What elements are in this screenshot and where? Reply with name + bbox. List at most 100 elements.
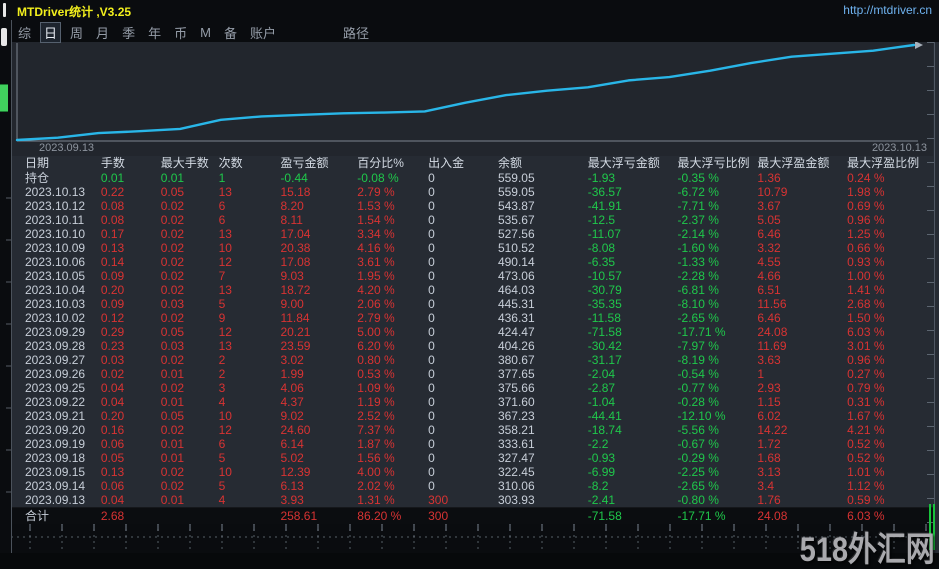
table-row[interactable]: 2023.09.29 0.29 0.05 12 20.21 5.00 % 0 424.47 -7… (11, 325, 933, 339)
cell: -2.65 % (677, 311, 719, 325)
cell: 0.03 (160, 339, 185, 353)
table-row[interactable]: 2023.09.26 0.02 0.01 2 1.99 0.53 % 0 377.65 -2.0… (11, 367, 933, 381)
table-row[interactable]: 2023.09.14 0.06 0.02 5 6.13 2.02 % 0 310.06 -8.2… (11, 479, 933, 493)
cell: 1.00 % (847, 269, 885, 283)
cell: -31.17 (587, 353, 622, 367)
cell: -2.04 (587, 367, 616, 381)
cell: 2.68 % (847, 297, 885, 311)
cell: -6.72 % (677, 185, 719, 199)
cell: 2023.09.13 (25, 493, 86, 507)
cell: 464.03 (497, 283, 535, 297)
cell: -2.2 (587, 437, 609, 451)
cell: 6 (218, 213, 226, 227)
table-row[interactable]: 2023.10.12 0.08 0.02 6 8.20 1.53 % 0 543.87 -41.… (11, 199, 933, 213)
cell: 0.13 (100, 465, 125, 479)
cell: 9 (218, 311, 226, 325)
menu-item-5[interactable]: 年 (144, 22, 165, 43)
cell: 1.68 (757, 451, 781, 465)
cell: -44.41 (587, 409, 622, 423)
menu-item-3[interactable]: 月 (92, 22, 113, 43)
holding-row[interactable]: 持仓 0.01 0.01 1 -0.44 -0.08 % 0 559.05 -1.93 -0.35… (11, 171, 933, 185)
cell: -6.35 (587, 255, 616, 269)
table-row[interactable]: 2023.09.15 0.13 0.02 10 12.39 4.00 % 0 322.45 -6… (11, 465, 933, 479)
cell: 2023.10.04 (25, 283, 86, 297)
table-row[interactable]: 2023.10.09 0.13 0.02 10 20.38 4.16 % 0 510.52 -8… (11, 241, 933, 255)
cell: 424.47 (497, 325, 535, 339)
column-header-7: 余额 (497, 156, 522, 170)
cell: 1.41 % (847, 283, 885, 297)
cell: 0.29 (100, 325, 125, 339)
table-row[interactable]: 2023.10.05 0.09 0.02 7 9.03 1.95 % 0 473.06 -10.… (11, 269, 933, 283)
menu-item-9[interactable]: 账户 (246, 22, 280, 43)
cell: 11.84 (280, 311, 310, 325)
cell: 0.01 (160, 367, 185, 381)
cell: 2023.10.05 (25, 269, 86, 283)
cell: 6 (218, 199, 226, 213)
menu-item-1[interactable]: 日 (40, 21, 62, 43)
cell: 0.13 (100, 241, 125, 255)
menu-item-0[interactable]: 综 (14, 22, 35, 43)
cell: 559.05 (497, 185, 535, 199)
cell: 2023.09.14 (25, 479, 86, 493)
cell: -7.71 % (677, 199, 719, 213)
cell: 2023.09.21 (25, 409, 86, 423)
cell: 371.60 (497, 395, 535, 409)
column-header-6: 出入金 (428, 156, 465, 170)
menu-item-6[interactable]: 币 (170, 22, 191, 43)
table-row[interactable]: 2023.10.04 0.20 0.02 13 18.72 4.20 % 0 464.03 -3… (11, 283, 933, 297)
table-row[interactable]: 2023.10.11 0.08 0.02 6 8.11 1.54 % 0 535.67 -12.… (11, 213, 933, 227)
table-row[interactable]: 2023.09.22 0.04 0.01 4 4.37 1.19 % 0 371.60 -1.0… (11, 395, 933, 409)
cell: 2023.10.09 (25, 241, 86, 255)
cell: -2.37 % (677, 213, 719, 227)
cell: 0.01 (160, 171, 185, 185)
cell: 535.67 (497, 213, 535, 227)
table-row[interactable]: 2023.10.06 0.14 0.02 12 17.08 3.61 % 0 490.14 -6… (11, 255, 933, 269)
cell: 0 (428, 325, 435, 339)
table-row[interactable]: 2023.09.28 0.23 0.03 13 23.59 6.20 % 0 404.26 -3… (11, 339, 933, 353)
cell: 3.67 (757, 199, 781, 213)
left-rail[interactable] (0, 20, 12, 553)
cell: 0.02 (160, 269, 185, 283)
table-row[interactable]: 2023.09.27 0.03 0.02 2 3.02 0.80 % 0 380.67 -31.… (11, 353, 933, 367)
cell: 0.20 (100, 283, 125, 297)
menu-item-2[interactable]: 周 (66, 22, 87, 43)
cell: -2.41 (587, 493, 616, 507)
cell: -0.35 % (677, 171, 719, 185)
cell: 0 (428, 199, 435, 213)
cell: 0 (428, 367, 435, 381)
table-row[interactable]: 2023.10.10 0.17 0.02 13 17.04 3.34 % 0 527.56 -1… (11, 227, 933, 241)
site-url-link[interactable]: http://mtdriver.cn (843, 3, 932, 17)
stats-table: 日期 手数 最大手数 次数 盈亏金额 百分比% 出入金 余额 最大浮亏金额 最大浮亏比例 最大浮盈金… (11, 156, 933, 524)
app-title: MTDriver统计 ,V3.25 (17, 5, 132, 19)
cell: 3.93 (280, 493, 304, 507)
cell: 10 (218, 241, 232, 255)
right-scale-rail[interactable] (927, 42, 935, 532)
cell: 0.06 (100, 437, 125, 451)
path-menu-item[interactable]: 路径 (343, 23, 369, 42)
table-row[interactable]: 2023.09.13 0.04 0.01 4 3.93 1.31 % 300 303.93 -2… (11, 493, 933, 507)
cell: 0.03 (100, 353, 125, 367)
column-header-5: 百分比% (357, 156, 404, 170)
table-row[interactable]: 2023.10.02 0.12 0.02 9 11.84 2.79 % 0 436.31 -11… (11, 311, 933, 325)
cell: 0 (428, 409, 435, 423)
cell: 3.13 (757, 465, 781, 479)
equity-chart[interactable]: 2023.09.13 2023.10.13 (11, 41, 933, 156)
table-row[interactable]: 2023.10.13 0.22 0.05 13 15.18 2.79 % 0 559.05 -3… (11, 185, 933, 199)
cell: -8.08 (587, 241, 616, 255)
cell: 12 (218, 423, 232, 437)
table-row[interactable]: 2023.09.21 0.20 0.05 10 9.02 2.52 % 0 367.23 -44… (11, 409, 933, 423)
table-row[interactable]: 2023.09.25 0.04 0.02 3 4.06 1.09 % 0 375.66 -2.8… (11, 381, 933, 395)
menu-item-7[interactable]: M (196, 24, 215, 41)
table-row[interactable]: 2023.09.18 0.05 0.01 5 5.02 1.56 % 0 327.47 -0.9… (11, 451, 933, 465)
cell: 0.66 % (847, 241, 885, 255)
table-row[interactable]: 2023.10.03 0.09 0.03 5 9.00 2.06 % 0 445.31 -35.… (11, 297, 933, 311)
cell: 1.54 % (357, 213, 395, 227)
cell: 0 (428, 395, 435, 409)
cell: 2.06 % (357, 297, 395, 311)
menu-item-4[interactable]: 季 (118, 22, 139, 43)
table-row[interactable]: 2023.09.20 0.16 0.02 12 24.60 7.37 % 0 358.21 -1… (11, 423, 933, 437)
menu-item-8[interactable]: 备 (220, 22, 241, 43)
table-row[interactable]: 2023.09.19 0.06 0.01 6 6.14 1.87 % 0 333.61 -2.2… (11, 437, 933, 451)
total-row[interactable]: 合计 2.68 258.61 86.20 % 300 -71.58 -17.71 % 24.0… (11, 507, 933, 524)
cell: 4 (218, 493, 226, 507)
